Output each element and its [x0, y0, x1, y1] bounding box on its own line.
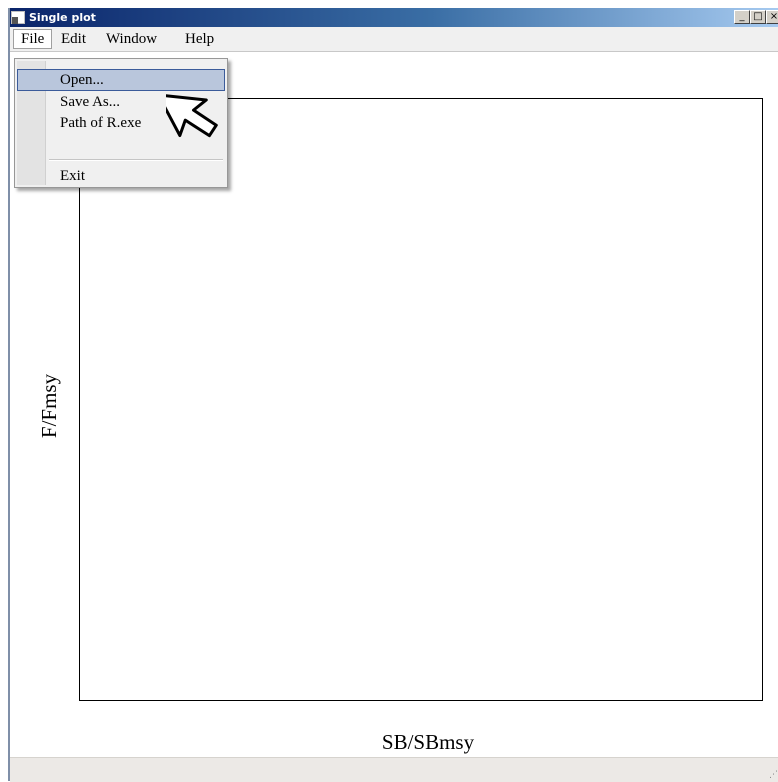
menu-edit[interactable]: Edit [54, 29, 93, 49]
window-left-border [8, 8, 10, 781]
x-axis-label: SB/SBmsy [381, 730, 475, 754]
menu-bar: File Edit Window Help [10, 27, 778, 52]
menu-separator [49, 159, 223, 161]
menu-item-exit[interactable]: Exit [17, 165, 225, 187]
maximize-button[interactable]: □ [750, 10, 766, 24]
app-icon[interactable] [11, 11, 25, 24]
pointer-arrow-icon [166, 93, 218, 138]
title-bar[interactable]: Single plot _ □ × [8, 8, 778, 27]
close-button[interactable]: × [766, 10, 778, 24]
menu-file[interactable]: File [13, 29, 53, 49]
resize-grip-icon[interactable]: ⋰ [769, 770, 778, 780]
menu-help[interactable]: Help [178, 29, 221, 49]
y-axis-label: F/Fmsy [37, 373, 61, 439]
status-bar: ⋰ [10, 757, 778, 782]
plot-area [79, 98, 763, 701]
minimize-button[interactable]: _ [734, 10, 750, 24]
menu-window[interactable]: Window [99, 29, 164, 49]
window-title: Single plot [29, 11, 96, 24]
